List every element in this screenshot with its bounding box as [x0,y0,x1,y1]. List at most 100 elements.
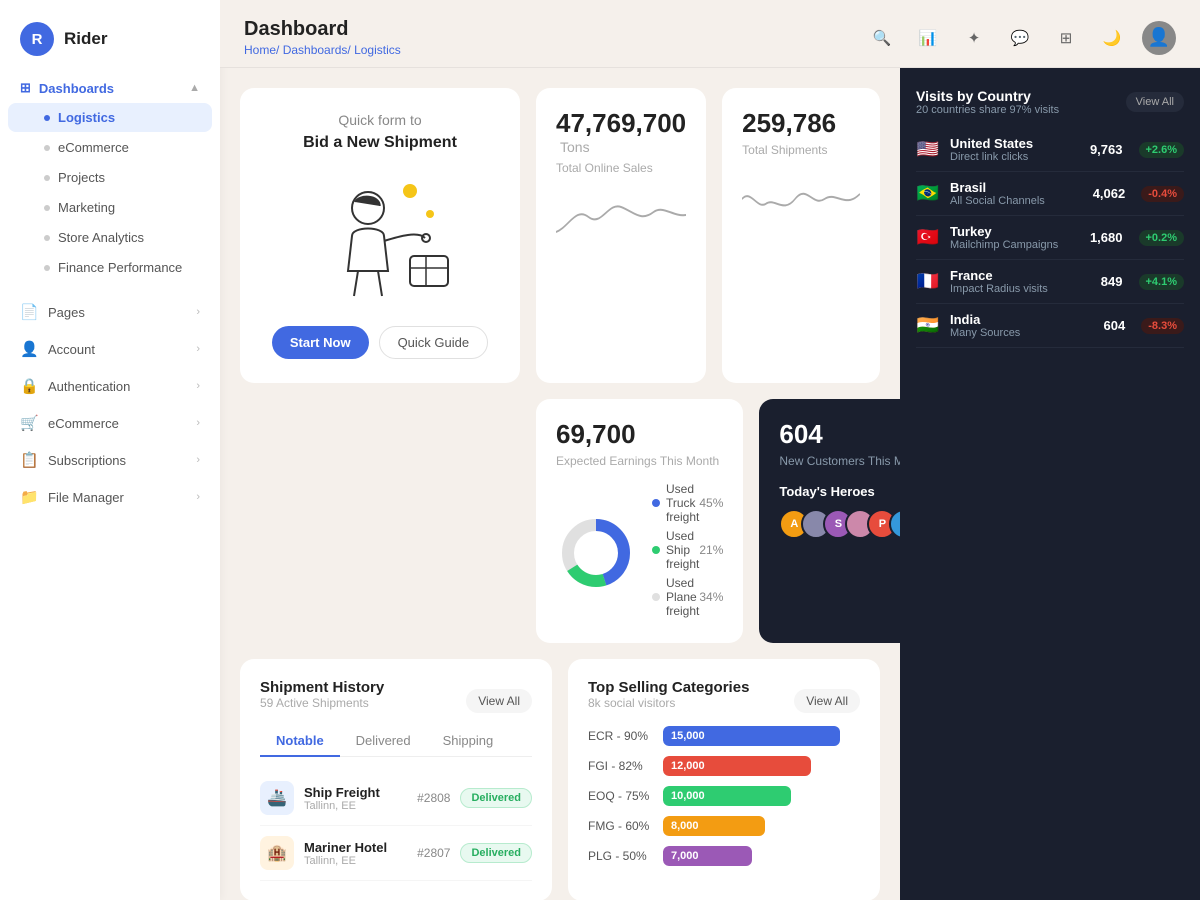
sidebar-item-logistics[interactable]: Logistics [8,103,212,132]
categories-sub: 8k social visitors [588,696,749,710]
bar-track: 8,000 [663,816,860,836]
total-online-sales-card: 47,769,700 Tons Total Online Sales [536,88,706,383]
sidebar-item-pages[interactable]: 📄 Pages › [0,294,220,330]
shipment-history-card: Shipment History 59 Active Shipments Vie… [240,659,552,900]
legend-dot [652,593,660,601]
sidebar-item-ecommerce[interactable]: 🛒eCommerce› [0,405,220,441]
dashboards-section[interactable]: ⊞ Dashboards ▲ [0,74,220,102]
stat4-value: 604 [779,419,822,449]
country-visits: 4,062 [1093,186,1126,201]
donut-chart [556,513,636,593]
nav-dot [44,145,50,151]
bar-value: 10,000 [671,790,705,802]
stat1-chart [556,187,686,247]
nav-icon: 🛒 [20,414,38,432]
nav-dot [44,115,50,121]
nav-dot [44,265,50,271]
sidebar-item-store-analytics[interactable]: Store Analytics [8,223,212,252]
bar-track: 10,000 [663,786,860,806]
visits-sub: 20 countries share 97% visits [916,104,1059,116]
shipment-icon: 🚢 [260,781,294,815]
stat2-chart [742,169,860,229]
shipment-sub: 59 Active Shipments [260,696,384,710]
nav-icon: 📄 [20,303,38,321]
sidebar-item-subscriptions[interactable]: 📋Subscriptions› [0,442,220,478]
legend-item: Used Plane freight34% [652,576,723,618]
heroes-label: Today's Heroes [779,484,900,499]
legend-label: Used Truck freight [666,482,699,524]
legend-dot [652,546,660,554]
nav-icon: 🔒 [20,377,38,395]
promo-buttons: Start Now Quick Guide [272,326,488,359]
bar-row: PLG - 50% 7,000 [588,846,860,866]
nav-label: Store Analytics [58,230,144,245]
sidebar-logo[interactable]: R Rider [0,16,220,74]
chat-icon[interactable]: 💬 [1004,22,1036,54]
bar-value: 7,000 [671,850,699,862]
quick-guide-button[interactable]: Quick Guide [379,326,489,359]
spacer [240,399,520,643]
bar-track: 15,000 [663,726,860,746]
main-area: Dashboard Home/ Dashboards/ Logistics 🔍 … [220,0,1200,900]
page-title: Dashboard [244,18,401,41]
sidebar-item-account[interactable]: 👤Account› [0,331,220,367]
chevron-icon: › [196,454,200,466]
sidebar-item-file-manager[interactable]: 📁File Manager› [0,479,220,515]
chevron-icon: › [196,306,200,318]
shipment-status: Delivered [460,843,532,863]
tab-delivered[interactable]: Delivered [340,726,427,757]
sidebar-item-marketing[interactable]: Marketing [8,193,212,222]
nav-icon: 👤 [20,340,38,358]
stats-row-2: 69,700 Expected Earnings This Month [240,399,880,643]
change-badge: -0.4% [1141,186,1184,202]
search-icon[interactable]: 🔍 [866,22,898,54]
categories-card: Top Selling Categories 8k social visitor… [568,659,880,900]
country-name: India [950,312,1020,327]
tab-shipping[interactable]: Shipping [427,726,510,757]
table-row: 🚢 Ship Freight Tallinn, EE #2808 Deliver… [260,771,532,826]
sidebar: R Rider ⊞ Dashboards ▲ Logistics eCommerc… [0,0,220,900]
start-now-button[interactable]: Start Now [272,326,369,359]
bar-value: 8,000 [671,820,699,832]
nav-label: Marketing [58,200,115,215]
header-left: Dashboard Home/ Dashboards/ Logistics [244,18,401,57]
shipment-info: Mariner Hotel Tallinn, EE [304,840,387,867]
dashboards-icon: ⊞ [20,80,31,96]
theme-toggle[interactable]: 🌙 [1096,22,1128,54]
nav-label: eCommerce [58,140,129,155]
earnings-card: 69,700 Expected Earnings This Month [536,399,743,643]
chart-icon[interactable]: 📊 [912,22,944,54]
stat1-value: 47,769,700 [556,108,686,138]
bar-fill: 10,000 [663,786,791,806]
sidebar-item-authentication[interactable]: 🔒Authentication› [0,368,220,404]
nav-dot [44,205,50,211]
bar-value: 12,000 [671,760,705,772]
breadcrumb-home: Home/ [244,43,279,57]
sidebar-item-finance-performance[interactable]: Finance Performance [8,253,212,282]
country-visits: 1,680 [1090,230,1123,245]
sidebar-item-projects[interactable]: Projects [8,163,212,192]
country-visits: 9,763 [1090,142,1123,157]
shipment-name: Ship Freight [304,785,380,800]
country-name: France [950,268,1048,283]
shipment-view-all[interactable]: View All [466,689,532,713]
bar-row: ECR - 90% 15,000 [588,726,860,746]
apps-icon[interactable]: ⊞ [1050,22,1082,54]
shipment-location: Tallinn, EE [304,800,380,812]
categories-view-all[interactable]: View All [794,689,860,713]
dashboards-label: Dashboards [39,81,114,96]
country-source: Impact Radius visits [950,283,1048,295]
chevron-icon: › [196,491,200,503]
shipment-status: Delivered [460,788,532,808]
nav-label: Logistics [58,110,115,125]
sidebar-item-ecommerce[interactable]: eCommerce [8,133,212,162]
user-avatar[interactable]: 👤 [1142,21,1176,55]
visits-view-all[interactable]: View All [1126,92,1184,112]
promo-subtitle: Quick form to [338,112,421,128]
grid-icon[interactable]: ✦ [958,22,990,54]
nav-label: Pages [48,305,186,320]
breadcrumb-current: Logistics [354,43,401,57]
tab-notable[interactable]: Notable [260,726,340,757]
center-content: Quick form to Bid a New Shipment [220,68,900,900]
country-flag: 🇮🇳 [916,315,940,336]
